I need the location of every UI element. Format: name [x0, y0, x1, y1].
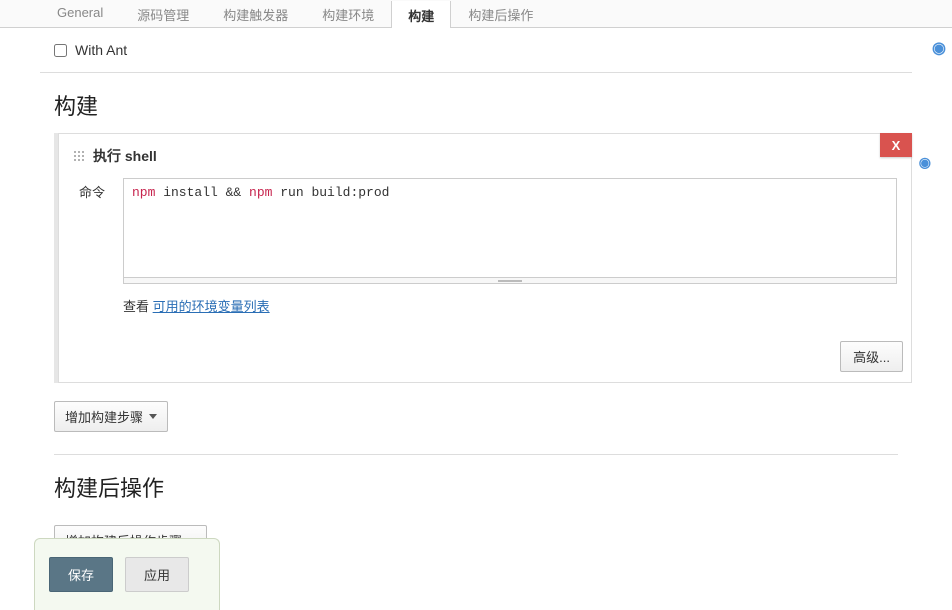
tab-general[interactable]: General	[40, 0, 120, 27]
with-ant-checkbox[interactable]	[54, 44, 67, 57]
code-keyword: npm	[132, 185, 155, 200]
code-keyword: npm	[249, 185, 272, 200]
caret-down-icon	[149, 414, 157, 419]
tab-post-build[interactable]: 构建后操作	[451, 0, 550, 27]
build-step-header: 执行 shell	[59, 134, 911, 178]
content-area: With Ant ◉ 构建 X ◉ 执行 shell 命令 npm instal…	[0, 28, 952, 566]
drag-handle-icon[interactable]	[73, 150, 85, 162]
code-text: run build:prod	[272, 185, 389, 200]
advanced-row: 高级...	[59, 335, 911, 382]
bottom-action-bar: 保存 应用	[34, 538, 220, 610]
build-steps-container: X ◉ 执行 shell 命令 npm install && npm run b…	[54, 133, 912, 383]
tab-build-env[interactable]: 构建环境	[305, 0, 391, 27]
advanced-button[interactable]: 高级...	[840, 341, 903, 372]
apply-button[interactable]: 应用	[125, 557, 189, 592]
help-icon[interactable]: ◉	[919, 154, 931, 171]
tab-scm[interactable]: 源码管理	[120, 0, 206, 27]
command-area: npm install && npm run build:prod 查看 可用的…	[123, 178, 897, 327]
command-row: 命令 npm install && npm run build:prod 查看 …	[59, 178, 911, 335]
env-vars-link[interactable]: 可用的环境变量列表	[153, 299, 270, 314]
command-label: 命令	[73, 178, 105, 327]
help-icon[interactable]: ◉	[932, 38, 946, 58]
code-text: install &&	[155, 185, 249, 200]
with-ant-row: With Ant ◉	[40, 36, 912, 64]
resize-grip-icon	[498, 280, 522, 282]
command-textarea[interactable]: npm install && npm run build:prod	[123, 178, 897, 278]
tab-build[interactable]: 构建	[391, 1, 451, 28]
env-prefix-text: 查看	[123, 299, 153, 314]
env-link-row: 查看 可用的环境变量列表	[123, 284, 897, 327]
post-build-section-title: 构建后操作	[40, 455, 912, 515]
add-build-step-row: 增加构建步骤	[54, 391, 912, 442]
config-tabs: General 源码管理 构建触发器 构建环境 构建 构建后操作	[0, 0, 952, 28]
add-build-step-button[interactable]: 增加构建步骤	[54, 401, 168, 432]
delete-step-button[interactable]: X	[880, 133, 912, 157]
shell-build-step: X ◉ 执行 shell 命令 npm install && npm run b…	[58, 133, 912, 383]
tab-triggers[interactable]: 构建触发器	[206, 0, 305, 27]
with-ant-label: With Ant	[75, 42, 127, 58]
build-step-title: 执行 shell	[93, 146, 157, 166]
add-build-step-label: 增加构建步骤	[65, 407, 143, 426]
build-section-title: 构建	[40, 73, 912, 133]
save-button[interactable]: 保存	[49, 557, 113, 592]
